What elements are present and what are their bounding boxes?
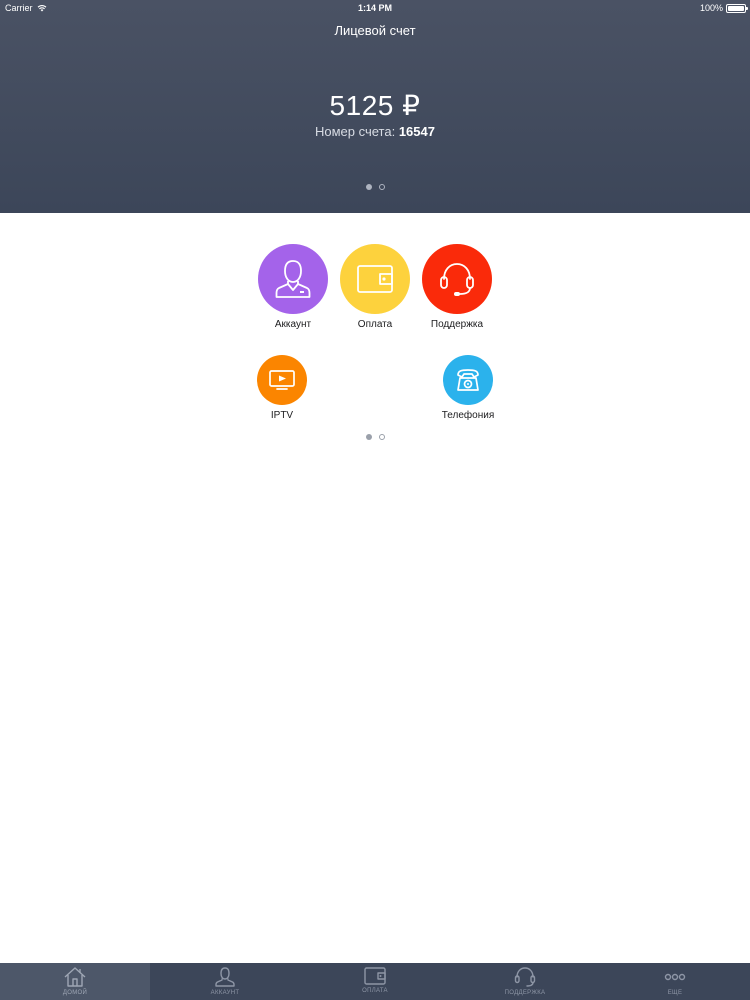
- service-tile-support[interactable]: Поддержка: [417, 244, 497, 330]
- tab-home[interactable]: Домой: [0, 963, 150, 1000]
- tab-label-support: Поддержка: [504, 990, 546, 996]
- service-tile-payment[interactable]: Оплата: [335, 244, 415, 330]
- balance-amount: 5125 ₽: [329, 90, 421, 121]
- battery-icon: [726, 3, 748, 13]
- service-circle-payment[interactable]: [340, 244, 410, 314]
- status-time: 1:14 PM: [357, 3, 392, 13]
- service-tile-telephony[interactable]: Телефония: [428, 355, 508, 421]
- tab-label-more: Еще: [667, 990, 683, 996]
- phone-icon: [457, 369, 479, 391]
- header-page-dot-2[interactable]: [378, 184, 385, 190]
- service-label-iptv: IPTV: [270, 410, 294, 421]
- service-label-telephony: Телефония: [441, 410, 495, 421]
- battery-fill: [728, 5, 744, 11]
- tab-label-home: Домой: [62, 990, 88, 996]
- battery-percent: 100%: [699, 3, 723, 13]
- service-tile-iptv[interactable]: IPTV: [252, 355, 312, 421]
- home-icon: [64, 967, 86, 987]
- page-title: Лицевой счет: [334, 23, 416, 38]
- service-circle-telephony[interactable]: [443, 355, 493, 405]
- tab-label-account: Аккаунт: [210, 990, 240, 996]
- service-circle-account[interactable]: [258, 244, 328, 314]
- status-right: 100%: [699, 3, 748, 13]
- account-number-line: Номер счета: 16547: [0, 124, 750, 139]
- tab-label-payment: Оплата: [362, 988, 388, 994]
- headset-icon: [514, 967, 536, 987]
- service-tile-account[interactable]: Аккаунт: [253, 244, 333, 330]
- wallet-icon: [364, 967, 386, 985]
- account-number-label: Номер счета:: [315, 124, 396, 139]
- header-page-dot-1[interactable]: [365, 184, 372, 190]
- headset-icon: [440, 263, 474, 296]
- tab-bar: Домой Аккаунт Оплата Поддержк: [0, 963, 750, 1000]
- status-bar: Carrier 1:14 PM 100%: [0, 0, 750, 16]
- service-label-payment: Оплата: [357, 319, 393, 330]
- account-header[interactable]: Carrier 1:14 PM 100% Лицевой счет 5125 ₽…: [0, 0, 750, 213]
- services-page-indicator[interactable]: [0, 434, 750, 440]
- tab-more[interactable]: Еще: [600, 963, 750, 1000]
- tab-account[interactable]: Аккаунт: [150, 963, 300, 1000]
- screen: Carrier 1:14 PM 100% Лицевой счет 5125 ₽…: [0, 0, 750, 1000]
- more-icon: [664, 973, 686, 981]
- service-circle-support[interactable]: [422, 244, 492, 314]
- services-page-dot-1[interactable]: [365, 434, 372, 440]
- service-circle-iptv[interactable]: [257, 355, 307, 405]
- account-number-value: 16547: [398, 124, 435, 139]
- tab-support[interactable]: Поддержка: [450, 963, 600, 1000]
- service-label-account: Аккаунт: [274, 319, 312, 330]
- services-page-dot-2[interactable]: [378, 434, 385, 440]
- wallet-icon: [357, 265, 393, 293]
- user-icon: [215, 967, 235, 987]
- service-label-support: Поддержка: [430, 319, 484, 330]
- header-page-indicator[interactable]: [0, 184, 750, 190]
- tv-icon: [269, 370, 295, 390]
- tab-payment[interactable]: Оплата: [300, 963, 450, 1000]
- user-icon: [275, 260, 311, 298]
